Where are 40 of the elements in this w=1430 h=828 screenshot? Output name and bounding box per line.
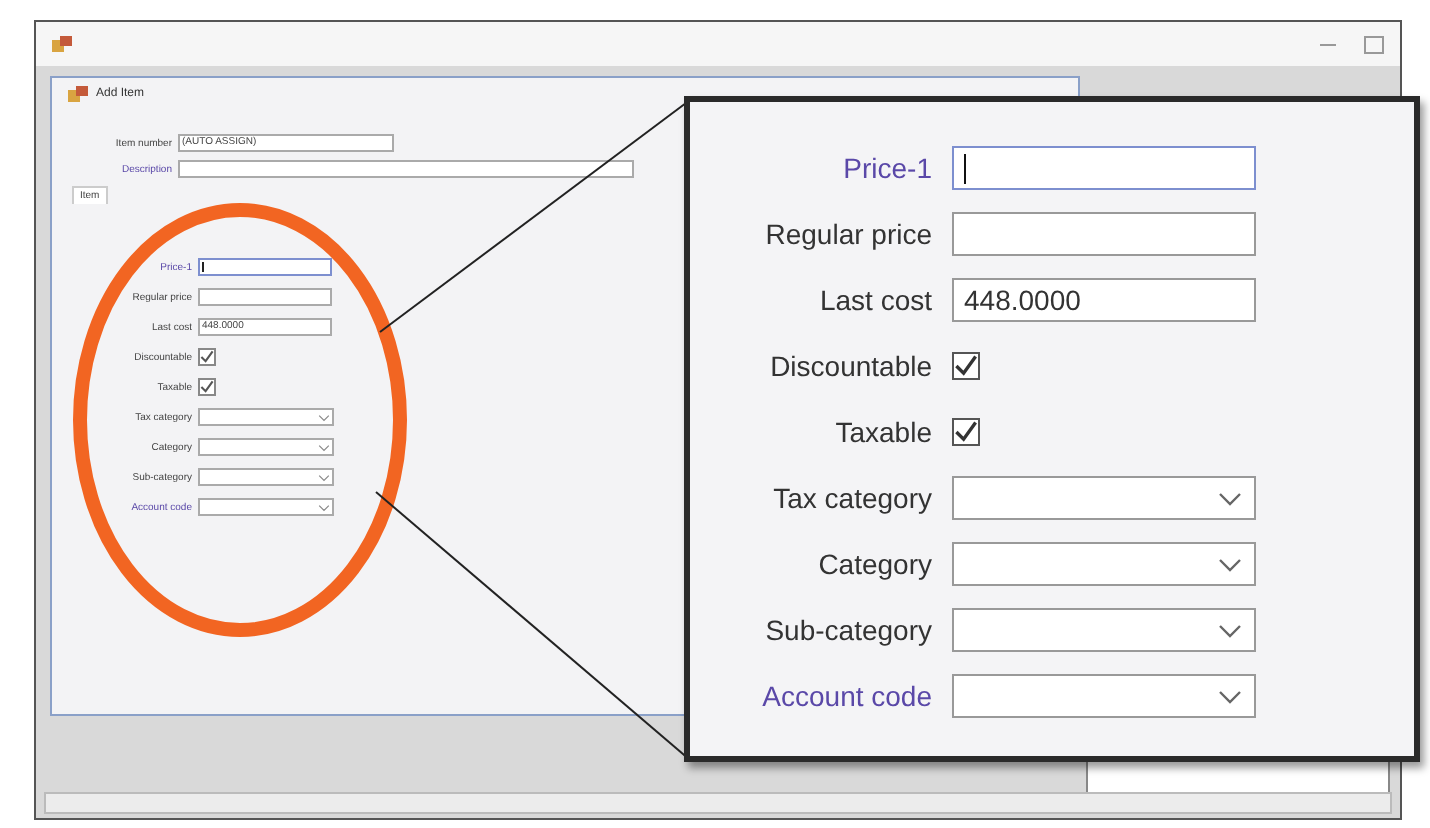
dropdown[interactable] [198, 468, 334, 486]
dropdown[interactable] [952, 674, 1256, 718]
field-label: Tax category [771, 482, 932, 514]
field-label: Sub-category [763, 614, 932, 646]
checkbox[interactable] [952, 418, 980, 446]
field-label: Category [816, 548, 932, 580]
chevron-down-icon [318, 443, 330, 451]
checkbox[interactable] [198, 348, 216, 366]
minimize-icon[interactable] [1320, 43, 1336, 45]
text-field[interactable] [952, 212, 1256, 256]
app-icon [52, 36, 72, 52]
dropdown[interactable] [952, 608, 1256, 652]
chevron-down-icon [318, 473, 330, 481]
dropdown[interactable] [198, 408, 334, 426]
checkbox[interactable] [198, 378, 216, 396]
chevron-down-icon [318, 503, 330, 511]
field-label: Taxable [833, 416, 932, 448]
chevron-down-icon [1218, 557, 1242, 571]
chevron-down-icon [1218, 623, 1242, 637]
text-field[interactable] [198, 258, 332, 276]
chevron-down-icon [1218, 491, 1242, 505]
dropdown[interactable] [198, 498, 334, 516]
app-icon [68, 86, 88, 102]
text-field[interactable]: 448.0000 [952, 278, 1256, 322]
checkbox[interactable] [952, 352, 980, 380]
field-label: Last cost [817, 284, 932, 316]
field-label: Regular price [763, 218, 932, 250]
dropdown[interactable] [952, 476, 1256, 520]
text-field[interactable] [198, 288, 332, 306]
description-field[interactable] [178, 160, 634, 178]
dropdown[interactable] [952, 542, 1256, 586]
maximize-icon[interactable] [1364, 35, 1384, 53]
field-label: Price-1 [841, 152, 932, 184]
dropdown[interactable] [198, 438, 334, 456]
field-label: Account code [760, 680, 932, 712]
chevron-down-icon [318, 413, 330, 421]
horizontal-scrollbar[interactable] [44, 792, 1392, 814]
chevron-down-icon [1218, 689, 1242, 703]
field-label: Discountable [768, 350, 932, 382]
text-field[interactable] [952, 146, 1256, 190]
